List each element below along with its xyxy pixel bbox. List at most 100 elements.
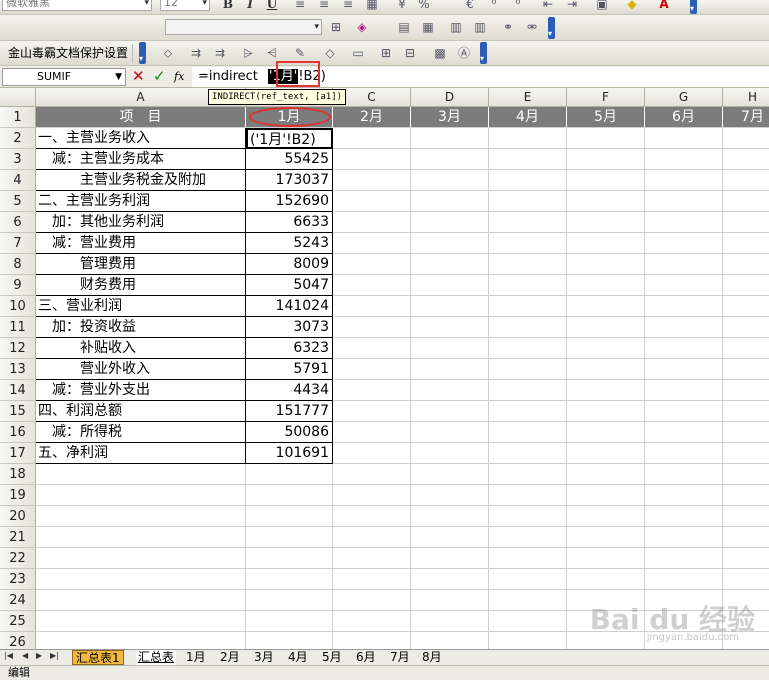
cell-h14[interactable] [723,380,769,401]
row-header[interactable]: 12 [0,338,36,359]
column-header-g[interactable]: G [645,88,723,107]
cell-f5[interactable] [567,191,645,212]
sheet-tab[interactable]: 4月 [288,650,308,665]
indent-icon[interactable]: ⇤ [540,0,556,12]
cell-c11[interactable] [333,317,411,338]
cell-f19[interactable] [567,485,645,506]
cell-b11[interactable]: 3073 [246,317,333,338]
cell-d22[interactable] [411,548,489,569]
remove-precedents-icon[interactable]: ⇉ [188,45,204,61]
cell-f16[interactable] [567,422,645,443]
cell-e20[interactable] [489,506,567,527]
cell-c17[interactable] [333,443,411,464]
circle-invalid-icon[interactable]: ⊞ [378,45,394,61]
cell-g1[interactable]: 6月 [645,107,723,128]
cell-f11[interactable] [567,317,645,338]
cell-g13[interactable] [645,359,723,380]
cell-a19[interactable] [36,485,246,506]
cell-e16[interactable] [489,422,567,443]
bold-icon[interactable]: B [220,0,236,12]
cell-g22[interactable] [645,548,723,569]
cell-a10[interactable]: 三、营业利润 [36,296,246,317]
style-icon[interactable]: ⊞ [328,19,344,35]
cell-g23[interactable] [645,569,723,590]
cell-e1[interactable]: 4月 [489,107,567,128]
cell-a11[interactable]: 加：投资收益 [36,317,246,338]
eraser-icon[interactable]: ✎ [292,45,308,61]
cell-f13[interactable] [567,359,645,380]
cell-e24[interactable] [489,590,567,611]
sheet-tab[interactable]: 3月 [254,650,274,665]
cell-b7[interactable]: 5243 [246,233,333,254]
cell-b12[interactable]: 6323 [246,338,333,359]
cell-b14[interactable]: 4434 [246,380,333,401]
cell-d7[interactable] [411,233,489,254]
cell-f20[interactable] [567,506,645,527]
cell-f9[interactable] [567,275,645,296]
trace-error-icon[interactable]: ◇ [322,45,338,61]
cell-g20[interactable] [645,506,723,527]
cell-c16[interactable] [333,422,411,443]
cell-h15[interactable] [723,401,769,422]
cell-c8[interactable] [333,254,411,275]
grid-icon[interactable]: ▦ [420,19,436,35]
cell-f4[interactable] [567,170,645,191]
cell-d9[interactable] [411,275,489,296]
cell-h16[interactable] [723,422,769,443]
sheet-tab[interactable]: 5月 [322,650,342,665]
cell-b19[interactable] [246,485,333,506]
cell-a1[interactable]: 项 目 [36,107,246,128]
euro-icon[interactable]: € [462,0,478,12]
cell-a20[interactable] [36,506,246,527]
cell-f6[interactable] [567,212,645,233]
cell-f8[interactable] [567,254,645,275]
cell-a12[interactable]: 补贴收入 [36,338,246,359]
cell-h9[interactable] [723,275,769,296]
cell-g14[interactable] [645,380,723,401]
cell-c7[interactable] [333,233,411,254]
columns-icon[interactable]: ▥ [472,19,488,35]
cell-e22[interactable] [489,548,567,569]
cell-b5[interactable]: 152690 [246,191,333,212]
remove-arrows-icon[interactable]: ⩤ [264,45,280,61]
cell-d20[interactable] [411,506,489,527]
cell-b18[interactable] [246,464,333,485]
cell-e4[interactable] [489,170,567,191]
row-header[interactable]: 11 [0,317,36,338]
row-header[interactable]: 9 [0,275,36,296]
row-header[interactable]: 18 [0,464,36,485]
cell-a9[interactable]: 财务费用 [36,275,246,296]
cell-g10[interactable] [645,296,723,317]
cell-a7[interactable]: 减：营业费用 [36,233,246,254]
cell-e21[interactable] [489,527,567,548]
cell-c2[interactable] [333,128,411,149]
cell-a25[interactable] [36,611,246,632]
cell-h3[interactable] [723,149,769,170]
sheet-tab[interactable]: 汇总表1 [72,650,124,665]
row-header[interactable]: 19 [0,485,36,506]
cell-f14[interactable] [567,380,645,401]
percent-icon[interactable]: % [416,0,432,12]
enter-icon[interactable]: ✓ [153,67,166,85]
cell-g8[interactable] [645,254,723,275]
column-header-e[interactable]: E [489,88,567,107]
watch-window-icon[interactable]: ▩ [432,45,448,61]
row-header[interactable]: 4 [0,170,36,191]
cell-b10[interactable]: 141024 [246,296,333,317]
cell-e23[interactable] [489,569,567,590]
cell-a26[interactable] [36,632,246,649]
cell-b9[interactable]: 5047 [246,275,333,296]
cell-h2[interactable] [723,128,769,149]
cell-e26[interactable] [489,632,567,649]
cell-h13[interactable] [723,359,769,380]
cell-c21[interactable] [333,527,411,548]
column-header-f[interactable]: F [567,88,645,107]
cell-g5[interactable] [645,191,723,212]
cell-g11[interactable] [645,317,723,338]
merge-icon[interactable]: ▦ [364,0,380,12]
toolbar-grip[interactable] [690,0,697,14]
increase-decimal-icon[interactable]: ⁰ [486,0,502,12]
evaluate-formula-icon[interactable]: Ⓐ [456,45,472,61]
cell-g17[interactable] [645,443,723,464]
row-header[interactable]: 20 [0,506,36,527]
